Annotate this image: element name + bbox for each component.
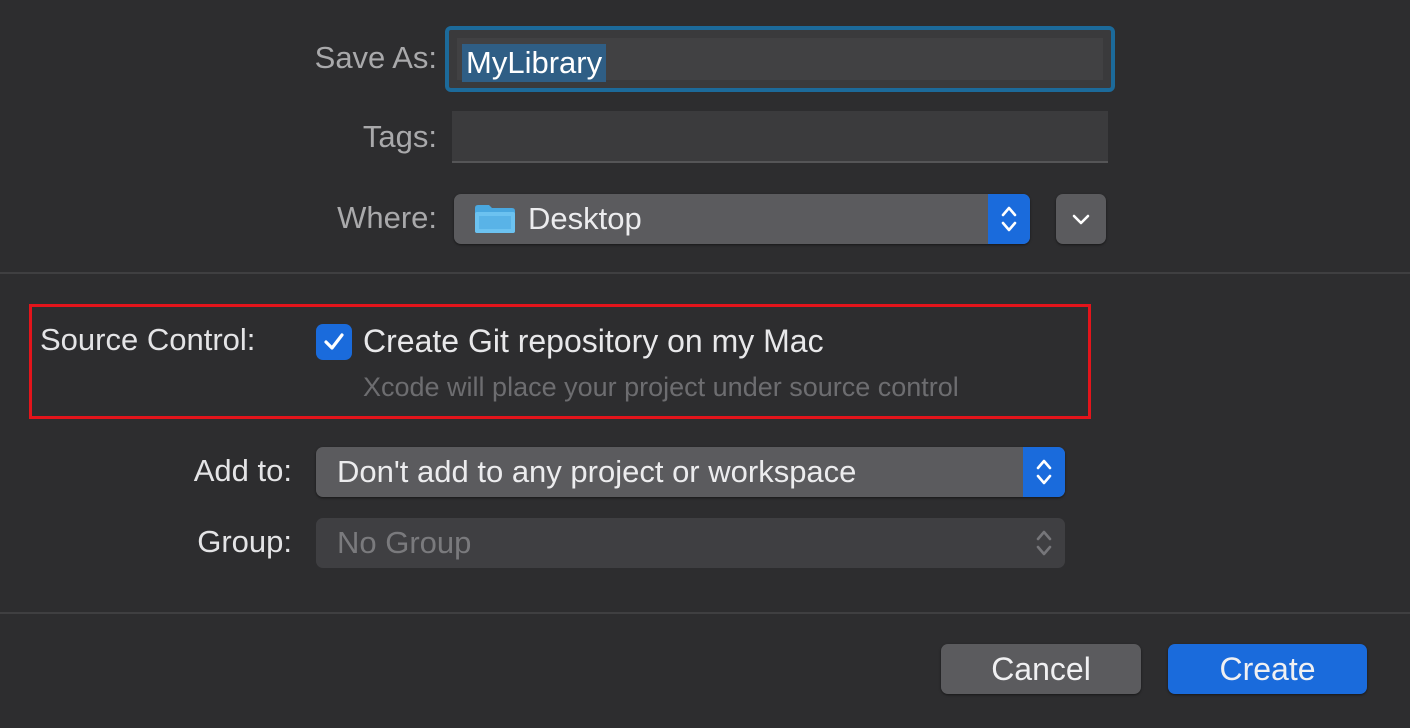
where-value: Desktop xyxy=(528,201,642,236)
up-down-arrows-icon xyxy=(1001,206,1017,232)
group-label: Group: xyxy=(197,524,292,559)
group-popup[interactable]: No Group xyxy=(316,518,1065,568)
divider xyxy=(0,612,1410,614)
git-repo-checkbox[interactable] xyxy=(316,324,352,360)
up-down-arrows-icon xyxy=(1036,530,1052,556)
group-value: No Group xyxy=(337,525,472,560)
save-dialog: Save As: MyLibrary Tags: Where: Desktop … xyxy=(0,0,1410,728)
divider xyxy=(0,272,1410,274)
where-label: Where: xyxy=(337,200,437,235)
create-button[interactable]: Create xyxy=(1168,644,1367,694)
tags-label: Tags: xyxy=(362,119,437,154)
git-repo-checkbox-label[interactable]: Create Git repository on my Mac xyxy=(363,323,824,360)
save-as-label: Save As: xyxy=(314,40,437,75)
source-control-label: Source Control: xyxy=(40,322,256,357)
up-down-arrows-icon xyxy=(1036,459,1052,485)
expand-button[interactable] xyxy=(1056,194,1106,244)
checkmark-icon xyxy=(324,333,344,350)
source-control-hint: Xcode will place your project under sour… xyxy=(363,372,959,402)
cancel-button[interactable]: Cancel xyxy=(941,644,1141,694)
folder-icon xyxy=(475,205,515,233)
where-stepper[interactable] xyxy=(988,194,1030,244)
add-to-stepper[interactable] xyxy=(1023,447,1065,497)
add-to-popup[interactable]: Don't add to any project or workspace xyxy=(316,447,1065,497)
group-stepper[interactable] xyxy=(1023,518,1065,568)
add-to-value: Don't add to any project or workspace xyxy=(337,454,857,489)
add-to-label: Add to: xyxy=(193,453,292,488)
save-as-field[interactable]: MyLibrary xyxy=(445,26,1115,92)
chevron-down-icon xyxy=(1072,214,1090,225)
save-as-value[interactable]: MyLibrary xyxy=(462,44,607,82)
tags-field[interactable] xyxy=(452,111,1108,163)
where-popup[interactable]: Desktop xyxy=(454,194,1030,244)
